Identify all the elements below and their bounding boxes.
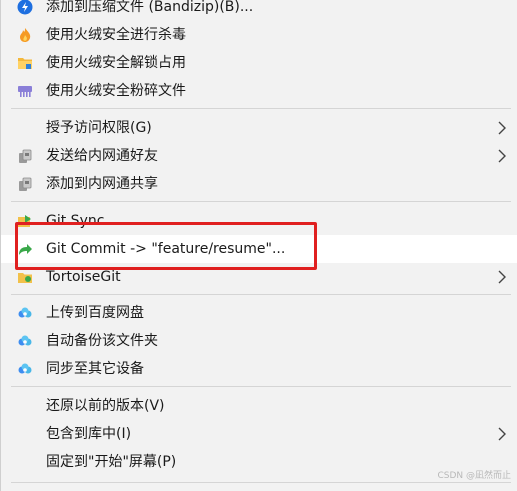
menu-item-label: Git Sync... bbox=[46, 213, 118, 229]
menu-separator bbox=[11, 386, 511, 387]
baidu-cloud-icon bbox=[17, 361, 33, 377]
shredder-icon bbox=[17, 83, 33, 99]
menu-item-label: 固定到"开始"屏幕(P) bbox=[46, 454, 177, 470]
chevron-right-icon bbox=[496, 149, 508, 163]
chevron-right-icon bbox=[496, 121, 508, 135]
git-sync-icon bbox=[17, 213, 33, 229]
menu-item-include-library[interactable]: 包含到库中(I) bbox=[1, 420, 517, 448]
menu-separator bbox=[11, 294, 511, 295]
menu-item-label: TortoiseGit bbox=[46, 269, 121, 285]
menu-item-label: 使用火绒安全进行杀毒 bbox=[46, 27, 186, 43]
menu-item-baidu-sync[interactable]: 同步至其它设备 bbox=[1, 355, 517, 383]
menu-item-grant-access[interactable]: 授予访问权限(G) bbox=[1, 114, 517, 142]
menu-item-bandizip[interactable]: 添加到压缩文件 (Bandizip)(B)... bbox=[1, 0, 517, 21]
git-commit-arrow-icon bbox=[17, 241, 33, 257]
baidu-cloud-icon bbox=[17, 305, 33, 321]
menu-item-git-commit[interactable]: Git Commit -> "feature/resume"... bbox=[1, 235, 517, 263]
menu-item-label: 添加到内网通共享 bbox=[46, 176, 158, 192]
menu-item-label: 上传到百度网盘 bbox=[46, 305, 144, 321]
menu-item-send-lan-friend[interactable]: 发送给内网通好友 bbox=[1, 142, 517, 170]
menu-item-label: 授予访问权限(G) bbox=[46, 120, 152, 136]
context-menu: 添加到压缩文件 (Bandizip)(B)... 使用火绒安全进行杀毒 使用火绒… bbox=[0, 0, 517, 491]
menu-item-label: 包含到库中(I) bbox=[46, 426, 132, 442]
menu-item-restore-versions[interactable]: 还原以前的版本(V) bbox=[1, 392, 517, 420]
lan-share-icon bbox=[17, 176, 33, 192]
menu-item-huorong-scan[interactable]: 使用火绒安全进行杀毒 bbox=[1, 21, 517, 49]
menu-item-label: 同步至其它设备 bbox=[46, 361, 144, 377]
menu-item-label: 还原以前的版本(V) bbox=[46, 398, 165, 414]
menu-item-git-sync[interactable]: Git Sync... bbox=[1, 207, 517, 235]
menu-item-label: 发送给内网通好友 bbox=[46, 148, 158, 164]
menu-item-huorong-shred[interactable]: 使用火绒安全粉碎文件 bbox=[1, 77, 517, 105]
menu-item-huorong-unlock[interactable]: 使用火绒安全解锁占用 bbox=[1, 49, 517, 77]
watermark: CSDN @凪然而止 bbox=[437, 471, 511, 481]
menu-item-label: 自动备份该文件夹 bbox=[46, 333, 158, 349]
menu-item-label: 添加到压缩文件 (Bandizip)(B)... bbox=[46, 0, 254, 15]
chevron-right-icon bbox=[496, 427, 508, 441]
menu-separator bbox=[11, 201, 511, 202]
menu-item-label: 使用火绒安全解锁占用 bbox=[46, 55, 186, 71]
menu-item-label: Git Commit -> "feature/resume"... bbox=[46, 241, 286, 257]
menu-item-label: 使用火绒安全粉碎文件 bbox=[46, 83, 186, 99]
folder-lock-icon bbox=[17, 55, 33, 71]
menu-item-add-lan-share[interactable]: 添加到内网通共享 bbox=[1, 170, 517, 198]
menu-item-tortoisegit[interactable]: TortoiseGit bbox=[1, 263, 517, 291]
menu-item-baidu-upload[interactable]: 上传到百度网盘 bbox=[1, 299, 517, 327]
tortoisegit-folder-icon bbox=[17, 269, 33, 285]
chevron-right-icon bbox=[496, 270, 508, 284]
lan-share-icon bbox=[17, 148, 33, 164]
menu-separator bbox=[11, 108, 511, 109]
menu-separator bbox=[11, 482, 511, 483]
huorong-flame-icon bbox=[17, 27, 33, 43]
bandizip-icon bbox=[17, 0, 33, 15]
menu-item-baidu-backup[interactable]: 自动备份该文件夹 bbox=[1, 327, 517, 355]
baidu-cloud-icon bbox=[17, 333, 33, 349]
